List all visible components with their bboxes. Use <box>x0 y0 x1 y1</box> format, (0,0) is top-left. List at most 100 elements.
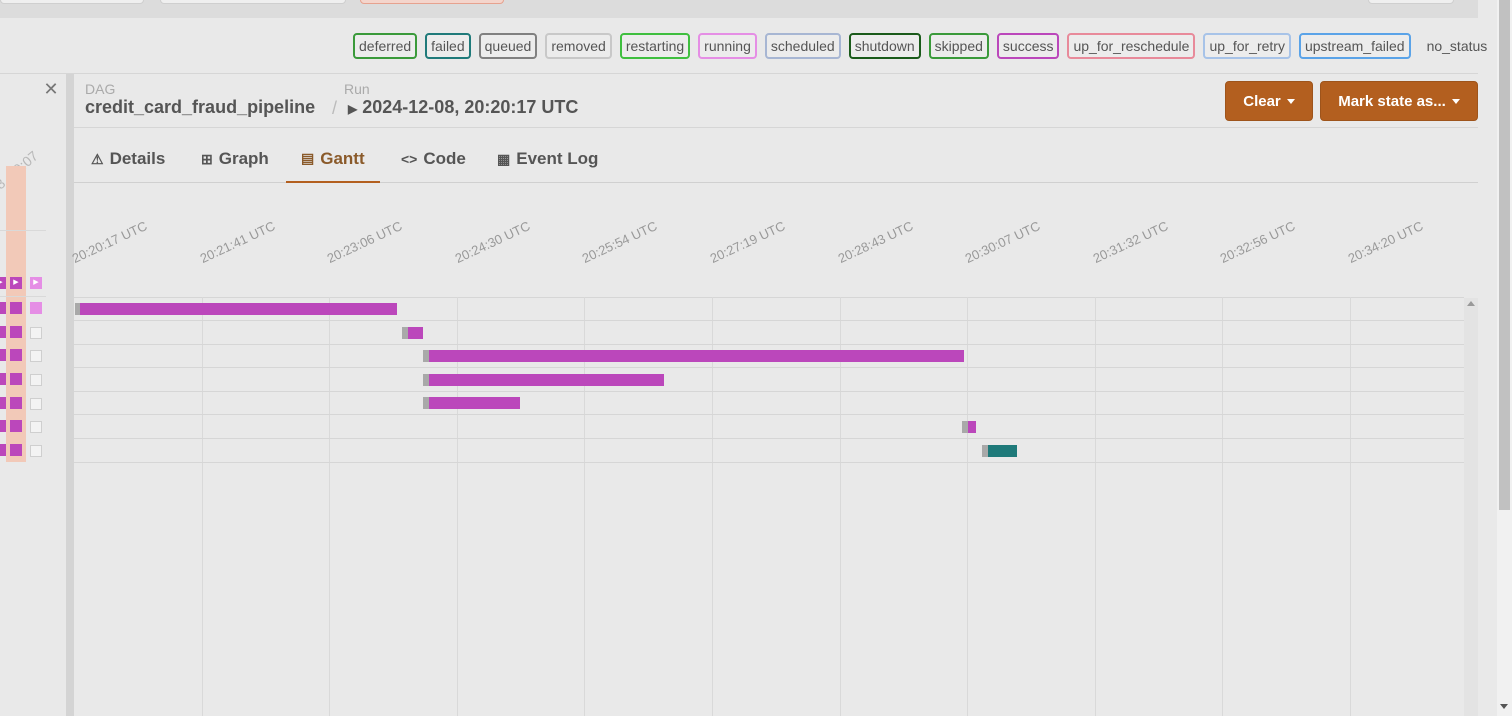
tab-label: Event Log <box>516 149 599 168</box>
scroll-up-icon[interactable] <box>1467 301 1475 306</box>
task-instance-square[interactable] <box>30 327 42 339</box>
mark-state-button-label: Mark state as... <box>1338 92 1446 110</box>
task-instance-square[interactable] <box>30 350 42 362</box>
calendar-icon: ▦ <box>497 150 511 167</box>
tab-label: Code <box>423 149 466 168</box>
legend-removed[interactable]: removed <box>545 33 612 59</box>
x-tick-label: 20:21:41 UTC <box>197 218 278 266</box>
x-tick-label: 20:34:20 UTC <box>1345 218 1426 266</box>
gantt-row <box>74 368 1464 392</box>
mark-state-button[interactable]: Mark state as... <box>1320 81 1478 121</box>
legend-running[interactable]: running <box>698 33 757 59</box>
task-instance-square[interactable] <box>10 373 22 385</box>
gantt-row <box>74 391 1464 416</box>
task-instance-square[interactable] <box>10 397 22 409</box>
task-instance-square[interactable] <box>0 349 6 361</box>
task-instance-square[interactable] <box>30 302 42 314</box>
task-instance-square[interactable] <box>0 373 6 385</box>
task-instance-square[interactable] <box>0 397 6 409</box>
legend-failed[interactable]: failed <box>425 33 471 59</box>
legend-restarting[interactable]: restarting <box>619 33 691 59</box>
run-value[interactable]: ▶ 2024-12-08, 20:20:17 UTC <box>348 97 578 118</box>
gantt-task-bar[interactable] <box>429 350 964 363</box>
task-instance-square[interactable] <box>10 420 22 432</box>
run-label: Run <box>344 81 370 97</box>
gantt-task-bar[interactable] <box>429 373 664 386</box>
state-legend: deferred failed queued removed restarting run… <box>353 33 1493 59</box>
gantt-chart: 20:20:17 UTC 20:21:41 UTC 20:23:06 UTC 20:2… <box>70 183 1464 716</box>
tab-graph[interactable]: ⊞ Graph <box>186 136 284 182</box>
task-instance-square[interactable] <box>10 302 22 314</box>
legend-skipped[interactable]: skipped <box>928 33 989 59</box>
tab-code[interactable]: <> Code <box>386 136 481 182</box>
clear-button[interactable]: Clear <box>1225 81 1313 121</box>
x-tick-label: 20:30:07 UTC <box>962 218 1043 266</box>
gantt-row <box>74 439 1464 463</box>
divider <box>74 127 1478 128</box>
scroll-down-icon[interactable] <box>1500 704 1508 709</box>
divider <box>0 296 46 297</box>
gantt-task-bar[interactable] <box>429 397 520 410</box>
dag-run-bar[interactable]: ▶ <box>30 277 42 289</box>
x-tick-label: 20:28:43 UTC <box>835 218 916 266</box>
tab-label: Gantt <box>320 148 365 168</box>
selected-run-column[interactable] <box>6 166 26 462</box>
dag-run-bar[interactable]: ▶ <box>0 277 6 289</box>
legend-no-status[interactable]: no_status <box>1419 33 1494 59</box>
legend-deferred[interactable]: deferred <box>353 33 418 59</box>
tab-bar: ⚠ Details ⊞ Graph ▤ Gantt <> Code ▦ Event Log <box>74 136 1478 183</box>
legend-success[interactable]: success <box>996 33 1060 59</box>
run-timestamp: 2024-12-08, 20:20:17 UTC <box>362 97 579 117</box>
x-tick-label: 20:25:54 UTC <box>579 218 660 266</box>
task-instance-square[interactable] <box>0 444 6 456</box>
legend-scheduled[interactable]: scheduled <box>764 33 841 59</box>
breadcrumb-separator: / <box>332 98 338 118</box>
task-instance-square[interactable] <box>0 420 6 432</box>
clear-button-label: Clear <box>1243 92 1281 110</box>
top-input-stub[interactable] <box>160 0 346 4</box>
gantt-row <box>74 415 1464 439</box>
task-instance-square[interactable] <box>0 302 6 314</box>
panel-resize-handle[interactable] <box>66 74 74 716</box>
task-instance-square[interactable] <box>10 444 22 456</box>
play-icon: ▶ <box>348 102 358 116</box>
tab-label: Graph <box>218 149 269 168</box>
x-tick-label: 20:31:32 UTC <box>1090 218 1171 266</box>
x-tick-label: 20:23:06 UTC <box>324 218 405 266</box>
divider <box>0 230 46 231</box>
tab-label: Details <box>109 149 166 168</box>
legend-up-for-retry[interactable]: up_for_retry <box>1203 33 1291 59</box>
legend-shutdown[interactable]: shutdown <box>848 33 921 59</box>
chevron-down-icon <box>1451 98 1460 104</box>
task-instance-square[interactable] <box>30 421 42 433</box>
dag-run-bar[interactable]: ▶ <box>10 277 22 289</box>
x-tick-label: 20:27:19 UTC <box>707 218 788 266</box>
page-scrollbar-thumb[interactable] <box>1499 0 1510 510</box>
x-tick-label: 20:24:30 UTC <box>452 218 533 266</box>
legend-upstream-failed[interactable]: upstream_failed <box>1298 33 1411 59</box>
task-instance-square[interactable] <box>0 326 6 338</box>
legend-up-for-reschedule[interactable]: up_for_reschedule <box>1067 33 1196 59</box>
gantt-icon: ▤ <box>301 150 315 166</box>
gantt-scrollbar[interactable] <box>1464 298 1478 716</box>
warning-triangle-icon: ⚠ <box>91 150 104 167</box>
top-input-stub[interactable] <box>0 0 144 4</box>
gantt-task-bar[interactable] <box>988 444 1017 457</box>
dag-name[interactable]: credit_card_fraud_pipeline <box>85 97 315 118</box>
top-button-stub[interactable] <box>360 0 504 4</box>
task-instance-square[interactable] <box>30 398 42 410</box>
tab-details[interactable]: ⚠ Details <box>76 136 180 182</box>
top-button-stub[interactable] <box>1368 0 1454 4</box>
legend-queued[interactable]: queued <box>478 33 538 59</box>
gantt-task-bar[interactable] <box>968 421 976 433</box>
task-instance-square[interactable] <box>30 445 42 457</box>
task-instance-square[interactable] <box>10 349 22 361</box>
collapse-icon[interactable]: ✕ <box>41 79 61 99</box>
gantt-task-bar[interactable] <box>408 326 423 339</box>
tab-event-log[interactable]: ▦ Event Log <box>482 136 613 182</box>
tab-gantt[interactable]: ▤ Gantt <box>286 136 380 183</box>
page-scrollbar[interactable] <box>1497 0 1512 716</box>
gantt-task-bar[interactable] <box>80 303 397 315</box>
task-instance-square[interactable] <box>30 374 42 386</box>
task-instance-square[interactable] <box>10 326 22 338</box>
